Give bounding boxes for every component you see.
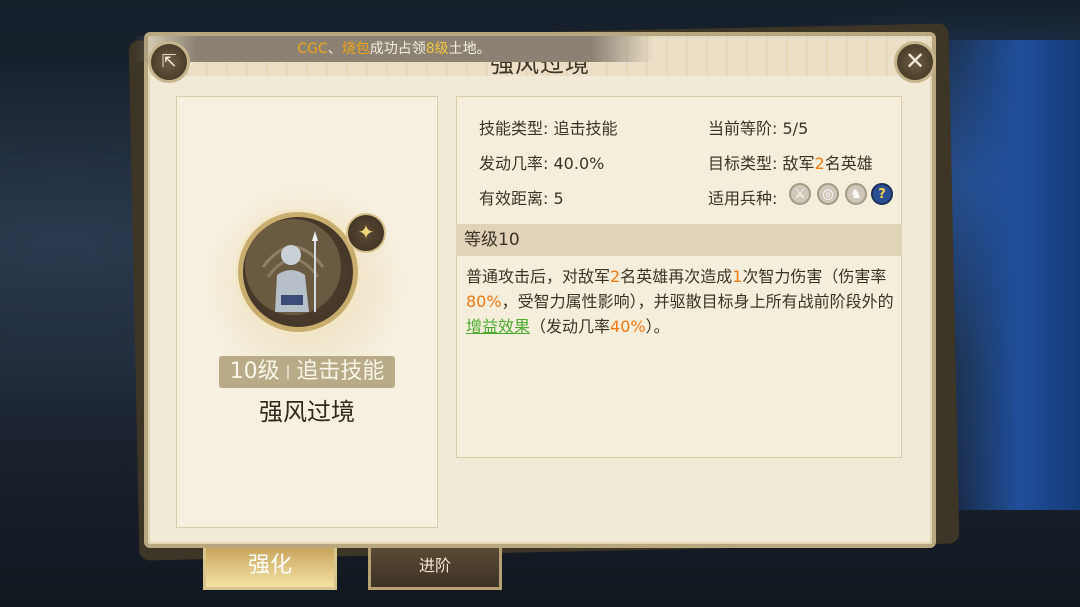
broadcast-mid: 成功占领: [369, 41, 426, 57]
sword-icon[interactable]: ⚔: [789, 183, 811, 205]
share-button[interactable]: ⇱: [148, 41, 190, 83]
warrior-icon: [245, 219, 341, 315]
target-type-row: 目标类型: 敌军2名英雄: [708, 150, 873, 174]
tab-advance[interactable]: 进阶: [368, 548, 502, 590]
desc-text-5: （发动几率: [530, 317, 611, 336]
desc-text-2: 名英雄再次造成: [620, 267, 733, 286]
trigger-rate-row: 发动几率: 40.0%: [479, 150, 604, 174]
desc-num-2: 1: [732, 267, 743, 286]
close-button[interactable]: ✕: [894, 41, 936, 83]
skill-name: 强风过境: [259, 398, 355, 426]
question-icon[interactable]: ?: [871, 183, 893, 205]
target-icon[interactable]: ◎: [817, 183, 839, 205]
close-icon: ✕: [904, 47, 926, 75]
range-label: 有效距离:: [479, 189, 549, 208]
unit-types-label: 适用兵种:: [708, 189, 778, 208]
broadcast-ribbon: CGC、烧包成功占领8级土地。: [134, 36, 654, 62]
desc-text-1: 普通攻击后，对敌军: [466, 267, 611, 286]
trigger-rate-value: 40.0%: [553, 154, 605, 173]
level-section-header: 等级10: [456, 224, 902, 256]
range-value: 5: [553, 189, 564, 208]
broadcast-separator: 、: [327, 41, 342, 57]
skill-type-label: 技能类型:: [479, 119, 549, 138]
tab-strengthen[interactable]: 强化: [203, 548, 337, 590]
desc-text-6: ）。: [645, 317, 670, 336]
current-rank-label: 当前等阶:: [708, 119, 778, 138]
target-type-suffix: 名英雄: [824, 154, 873, 173]
desc-text-4: ，受智力属性影响），并驱散目标身上所有战前阶段外的: [501, 292, 894, 311]
target-type-count: 2: [814, 154, 825, 173]
skill-type-row: 技能类型: 追击技能: [479, 115, 618, 139]
pill-separator: |: [285, 364, 291, 380]
horse-icon[interactable]: ♞: [845, 183, 867, 205]
buff-effect-link[interactable]: 增益效果: [466, 317, 530, 336]
desc-text-3: 次智力伤害（伤害率: [742, 267, 887, 286]
desc-num-3: 80%: [466, 292, 502, 311]
skill-level: 10级: [229, 359, 280, 384]
star-badge-icon: ✦: [346, 213, 386, 253]
broadcast-end: 土地。: [448, 41, 491, 57]
desc-num-4: 40%: [610, 317, 646, 336]
target-type-label: 目标类型:: [708, 154, 778, 173]
skill-portrait: [238, 212, 358, 332]
trigger-rate-label: 发动几率:: [479, 154, 549, 173]
skill-level-type-pill: 10级 | 追击技能: [219, 356, 395, 388]
broadcast-level: 8级: [425, 41, 449, 57]
share-icon: ⇱: [161, 51, 177, 72]
current-rank-row: 当前等阶: 5/5: [708, 115, 808, 139]
current-rank-value: 5/5: [782, 119, 809, 138]
broadcast-player2: 烧包: [341, 41, 370, 57]
broadcast-player1: CGC: [297, 41, 328, 57]
target-type-prefix: 敌军: [782, 154, 815, 173]
skill-type-short: 追击技能: [296, 359, 385, 384]
range-row: 有效距离: 5: [479, 185, 564, 209]
skill-description: 普通攻击后，对敌军2名英雄再次造成1次智力伤害（伤害率 80%，受智力属性影响），…: [466, 264, 896, 339]
skill-type-value: 追击技能: [553, 119, 618, 138]
desc-num-1: 2: [610, 267, 621, 286]
